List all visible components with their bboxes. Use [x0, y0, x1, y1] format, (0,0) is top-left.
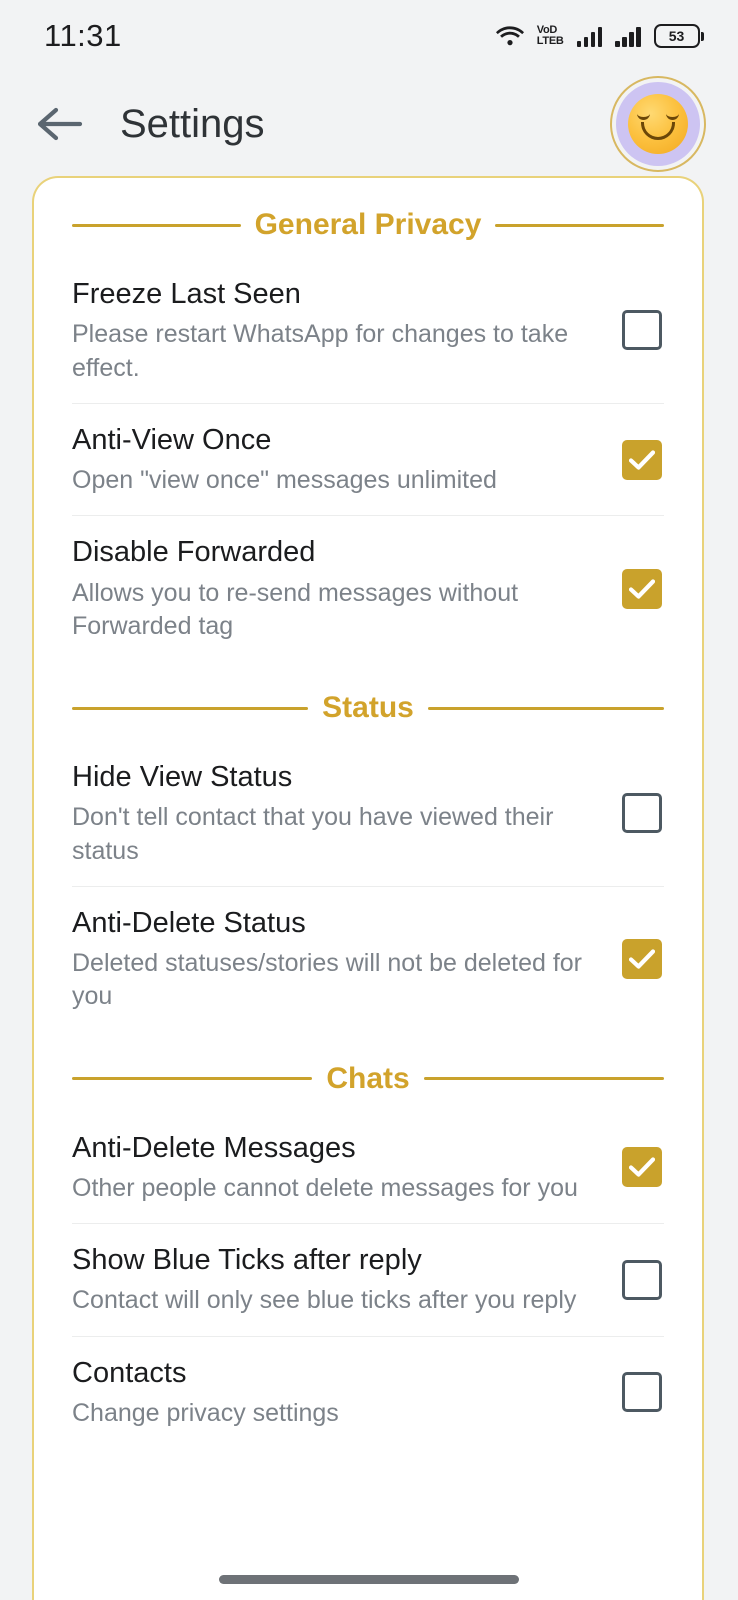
settings-row-texts: Anti-View Once Open "view once" messages …	[72, 422, 620, 498]
signal-bars-icon-sim2	[615, 25, 641, 47]
settings-list: General Privacy Freeze Last Seen Please re…	[34, 208, 702, 1448]
settings-row-title: Anti-Delete Status	[72, 906, 306, 939]
settings-row-title: Show Blue Ticks after reply	[72, 1244, 422, 1276]
settings-row-texts: Freeze Last Seen Please restart WhatsApp …	[72, 276, 620, 385]
settings-row-texts: Anti-Delete Messages Other people cannot …	[72, 1130, 620, 1206]
settings-row-control	[620, 793, 664, 834]
settings-row-title: Anti-View Once	[72, 423, 272, 456]
settings-row-texts: Hide View Status Don't tell contact that …	[72, 759, 620, 868]
settings-row-subtitle: Open "view once" messages unlimited	[72, 466, 497, 494]
checkbox-checked-icon[interactable]	[622, 1147, 662, 1188]
status-bar: 11:31 VoD LTEB 53	[0, 0, 738, 72]
settings-row[interactable]: Disable Forwarded Allows you to re-send m…	[72, 515, 664, 661]
section-header-label: Status	[322, 691, 414, 724]
checkbox-unchecked-icon[interactable]	[622, 1259, 662, 1300]
settings-row[interactable]: Contacts Change privacy settings	[72, 1335, 664, 1449]
settings-row-subtitle: Deleted statuses/stories will not be del…	[72, 949, 582, 1011]
settings-row-control	[620, 568, 664, 609]
checkbox-checked-icon[interactable]	[622, 568, 662, 609]
settings-row-texts: Contacts Change privacy settings	[72, 1355, 620, 1431]
section-rule-right	[423, 1077, 665, 1080]
settings-row[interactable]: Anti-Delete Status Deleted statuses/stori…	[72, 885, 664, 1032]
settings-row[interactable]: Hide View Status Don't tell contact that …	[72, 741, 664, 886]
status-bar-clock: 11:31	[44, 18, 122, 53]
checkbox-unchecked-icon[interactable]	[622, 310, 662, 351]
settings-row-control	[620, 939, 664, 980]
settings-row-title: Anti-Delete Messages	[72, 1131, 356, 1164]
settings-row-subtitle: Please restart WhatsApp for changes to t…	[72, 320, 569, 382]
section-rule-left	[72, 223, 241, 227]
section-header: General Privacy	[34, 208, 702, 242]
settings-row-control	[620, 1372, 664, 1413]
wifi-icon	[495, 25, 524, 47]
settings-row-control	[620, 1147, 664, 1188]
checkbox-checked-icon[interactable]	[622, 939, 662, 980]
section-header: Status	[34, 691, 702, 725]
settings-row-subtitle: Change privacy settings	[72, 1398, 339, 1427]
settings-row-texts: Disable Forwarded Allows you to re-send m…	[72, 534, 620, 643]
settings-row-title: Hide View Status	[72, 761, 293, 793]
settings-row[interactable]: Show Blue Ticks after reply Contact will …	[72, 1223, 664, 1336]
checkbox-checked-icon[interactable]	[622, 439, 662, 480]
checkbox-unchecked-icon[interactable]	[622, 1372, 662, 1413]
section-rule-left	[72, 1077, 313, 1080]
gesture-home-indicator[interactable]	[219, 1575, 519, 1584]
settings-row-title: Freeze Last Seen	[72, 278, 301, 310]
settings-card: General Privacy Freeze Last Seen Please re…	[32, 176, 704, 1600]
phone-screen: 11:31 VoD LTEB 53 Settings General Priva…	[0, 0, 738, 1600]
settings-row-subtitle: Other people cannot delete messages for …	[72, 1173, 578, 1202]
battery-icon: 53	[653, 24, 704, 48]
battery-level-label: 53	[668, 28, 685, 44]
settings-row-control	[620, 439, 664, 480]
settings-row-texts: Show Blue Ticks after reply Contact will …	[72, 1242, 620, 1318]
back-arrow-icon[interactable]	[26, 89, 96, 159]
app-bar: Settings	[0, 72, 738, 176]
volte-icon: VoD LTEB	[536, 24, 564, 47]
settings-row-title: Disable Forwarded	[72, 536, 316, 569]
settings-row[interactable]: Anti-View Once Open "view once" messages …	[72, 402, 664, 516]
section-header-label: General Privacy	[254, 208, 482, 241]
section-rule-right	[427, 706, 664, 710]
settings-row-subtitle: Contact will only see blue ticks after y…	[72, 1286, 577, 1315]
page-title: Settings	[120, 101, 265, 146]
avatar-circle	[616, 82, 700, 166]
settings-row-control	[620, 310, 664, 351]
settings-row-subtitle: Don't tell contact that you have viewed …	[72, 803, 554, 865]
settings-row-texts: Anti-Delete Status Deleted statuses/stori…	[72, 905, 620, 1014]
settings-row-control	[620, 1259, 664, 1300]
settings-row[interactable]: Anti-Delete Messages Other people cannot …	[72, 1112, 664, 1224]
checkbox-unchecked-icon[interactable]	[622, 793, 662, 834]
avatar[interactable]	[610, 76, 706, 172]
section-rule-right	[495, 223, 665, 227]
smiling-face-icon	[628, 94, 688, 154]
status-bar-icons: VoD LTEB 53	[495, 24, 704, 48]
section-header-label: Chats	[326, 1061, 410, 1095]
section-rule-left	[72, 706, 309, 710]
section-header: Chats	[34, 1062, 702, 1096]
settings-row[interactable]: Freeze Last Seen Please restart WhatsApp …	[72, 258, 664, 403]
volte-line-2: LTEB	[536, 35, 564, 47]
settings-row-title: Contacts	[72, 1356, 187, 1389]
signal-bars-icon-sim1	[576, 25, 602, 47]
settings-row-subtitle: Allows you to re-send messages without F…	[72, 578, 519, 640]
